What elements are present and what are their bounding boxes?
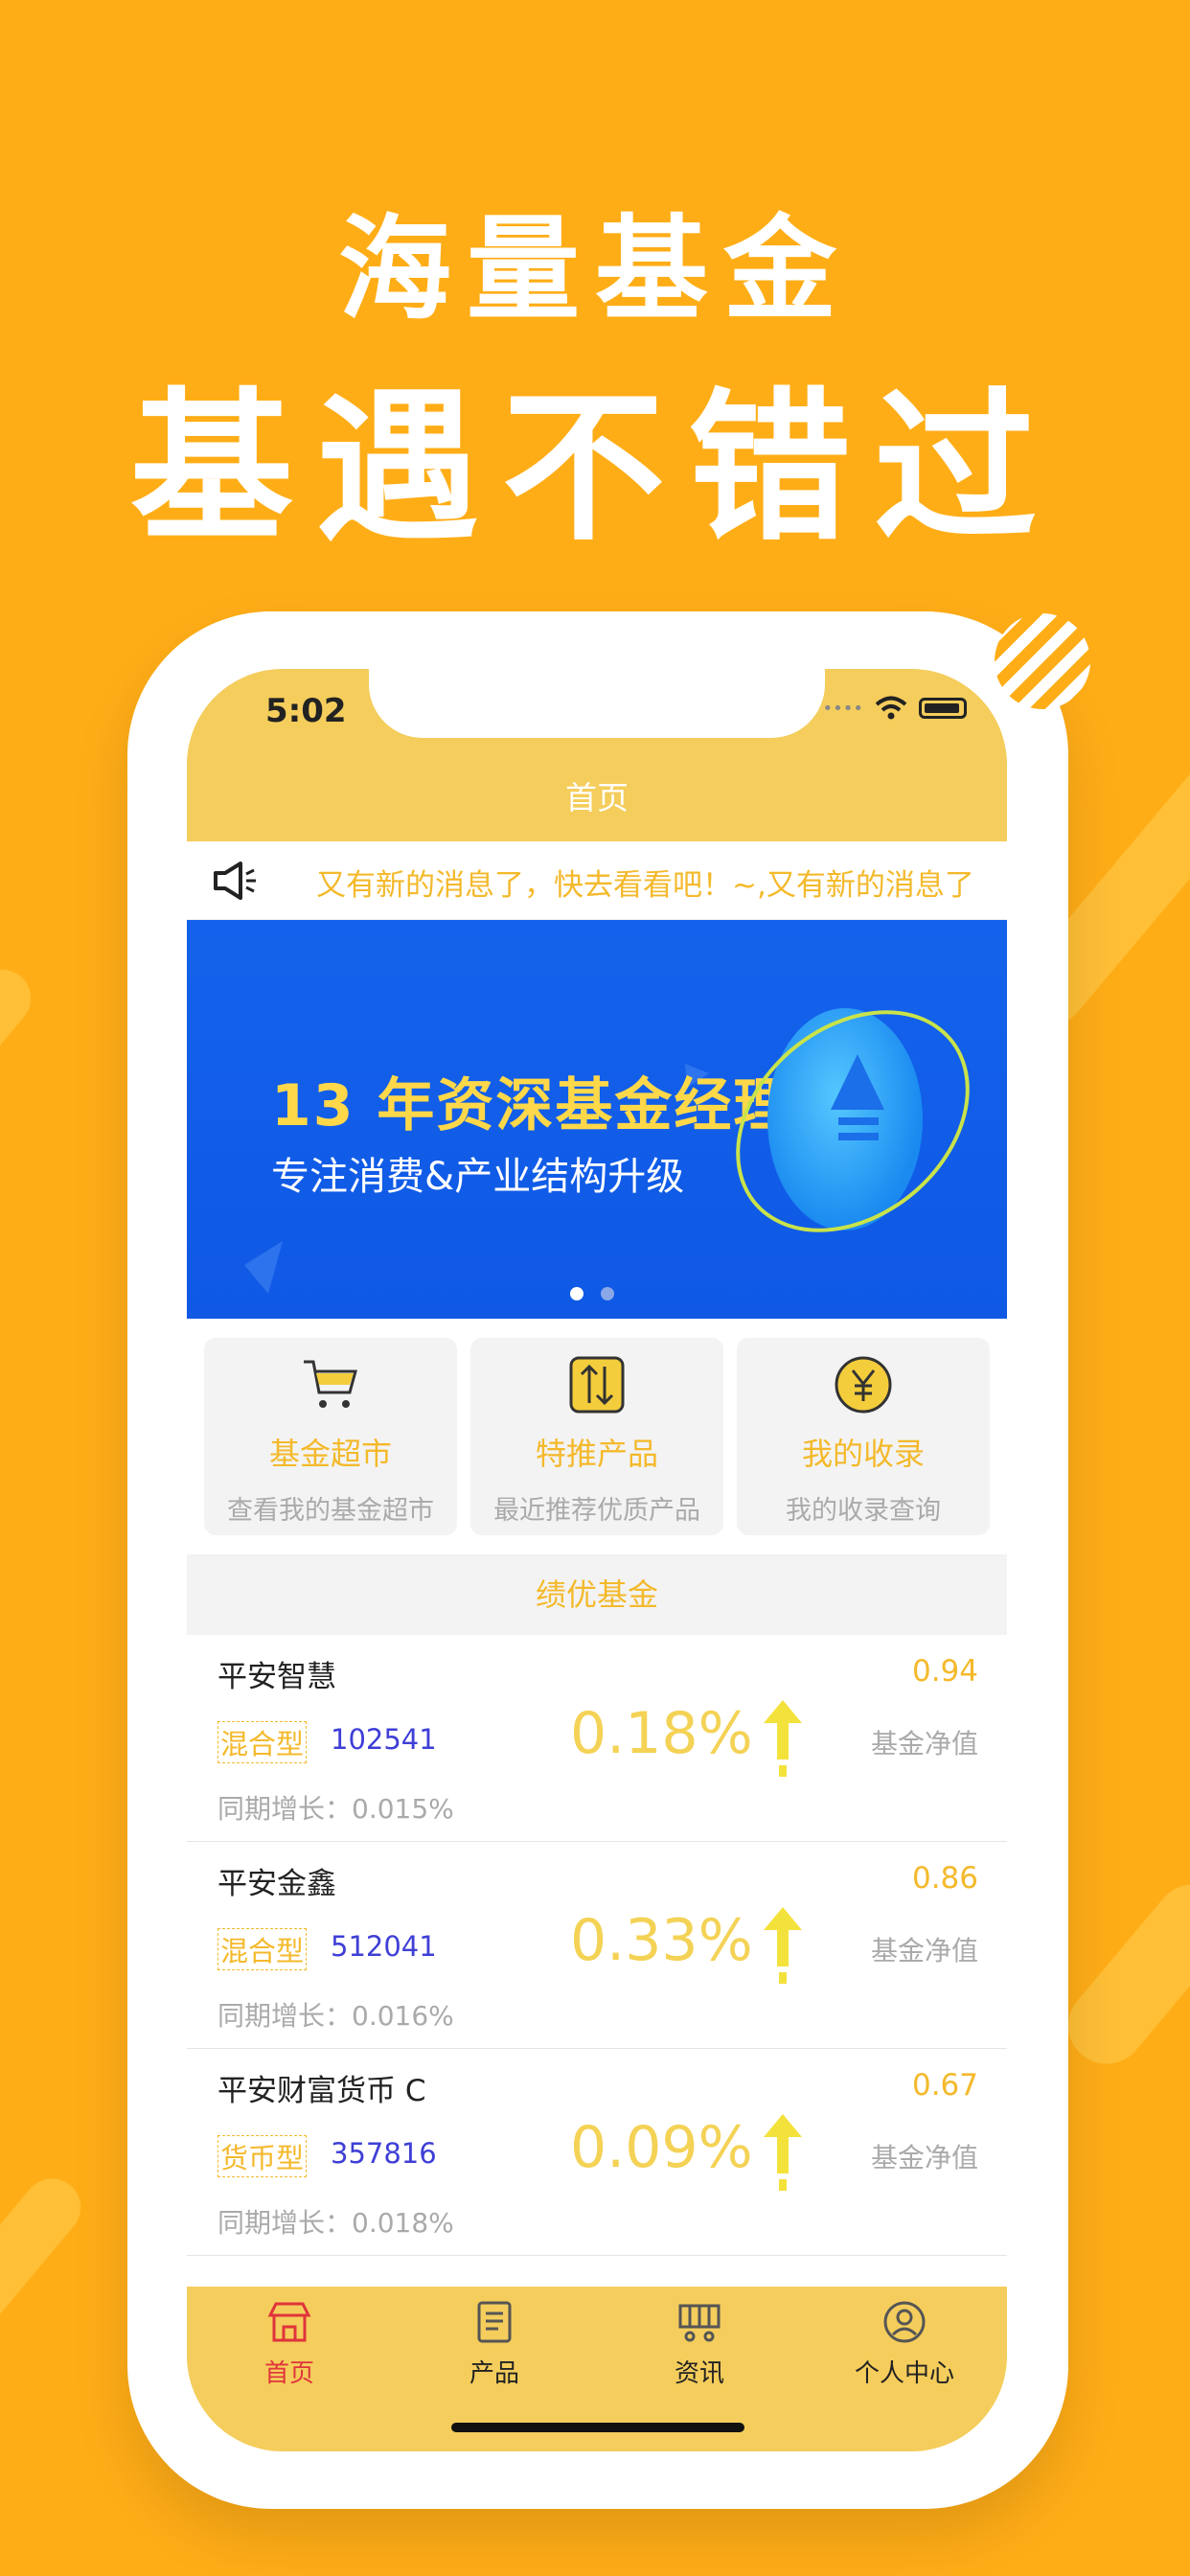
pagination-dot[interactable] [570,1287,584,1300]
promo-banner[interactable]: 13 年资深基金经理 专注消费&产业结构升级 [187,920,1007,1319]
striped-circle-decoration [995,613,1090,709]
yen-icon [835,1356,892,1414]
megaphone-icon [214,862,256,900]
fund-rate: 0.33% [570,1907,753,1974]
quick-links: 基金超市 查看我的基金超市 特推产品 最近推荐优质产品 我的收录 我的收录查询 [187,1319,1007,1554]
fund-nav-label: 基金净值 [870,1935,978,1966]
shop-icon [267,2302,311,2342]
bg-stripe [0,2167,93,2395]
fund-code: 512041 [331,1930,437,1963]
tab-home[interactable]: 首页 [187,2300,392,2389]
notch [369,669,825,738]
quick-link-collection[interactable]: 我的收录 我的收录查询 [737,1338,990,1535]
fund-name: 平安智慧 [217,1660,336,1694]
swap-arrows-icon [569,1356,625,1414]
section-header: 绩优基金 [187,1554,1007,1635]
fund-code: 102541 [331,1723,437,1756]
status-icons: •••• [823,696,967,721]
tab-profile[interactable]: 个人中心 [802,2300,1007,2389]
signal-icon: •••• [822,698,863,719]
quick-link-featured[interactable]: 特推产品 最近推荐优质产品 [470,1338,723,1535]
wifi-icon [875,696,907,720]
home-indicator[interactable] [451,2423,744,2432]
cart-news-icon [678,2304,721,2342]
quick-link-fund-market[interactable]: 基金超市 查看我的基金超市 [204,1338,457,1535]
fund-type-badge: 混合型 [217,1928,308,1970]
tab-label: 产品 [469,2359,519,2388]
banner-subtitle: 专注消费&产业结构升级 [271,1155,685,1199]
promo-headline: 海量基金 [337,203,852,335]
app-header: 5:02 •••• 首页 [187,669,1007,841]
fund-nav: 0.86 [911,1861,978,1896]
fund-rate: 0.09% [570,2114,753,2181]
tab-products[interactable]: 产品 [392,2300,597,2389]
fund-name: 平安金鑫 [217,1867,336,1901]
user-icon [883,2301,926,2343]
banner-pagination[interactable] [570,1287,614,1300]
fund-name: 平安财富货币 C [217,2074,426,2108]
fund-nav: 0.94 [911,1654,978,1689]
tab-label: 首页 [263,2359,314,2388]
fund-nav-label: 基金净值 [870,2142,978,2174]
document-icon [477,2301,512,2343]
fund-type-badge: 货币型 [217,2135,308,2177]
fund-row[interactable]: 平安金鑫 0.86 混合型 512041 0.33% 基金净值 同期增长：0.0… [187,1842,1007,2049]
cart-icon [304,1360,357,1408]
quick-link-label: 特推产品 [535,1436,658,1472]
quick-link-desc: 查看我的基金超市 [227,1496,434,1526]
pagination-dot[interactable] [601,1287,614,1300]
fund-growth: 同期增长：0.016% [217,2000,454,2032]
fund-nav: 0.67 [911,2068,978,2103]
fund-growth: 同期增长：0.018% [217,2207,454,2239]
fund-code: 357816 [331,2137,437,2170]
up-arrow-icon [764,2114,802,2191]
bg-stripe [0,957,43,1113]
up-arrow-icon [764,1700,802,1777]
fund-rate: 0.18% [570,1700,753,1767]
tab-label: 资讯 [674,2359,724,2388]
quick-link-desc: 最近推荐优质产品 [493,1496,700,1526]
quick-link-desc: 我的收录查询 [786,1496,941,1526]
quick-link-label: 我的收录 [801,1436,925,1472]
fund-nav-label: 基金净值 [870,1728,978,1760]
tab-label: 个人中心 [854,2359,954,2388]
phone-screen: 5:02 •••• 首页 又有新的消息了，快去看看吧！~,又有新的消息了 13 … [187,669,1007,2451]
quick-link-label: 基金超市 [268,1436,392,1472]
up-arrow-icon [764,1907,802,1984]
fund-type-badge: 混合型 [217,1721,308,1763]
notice-text: 又有新的消息了，快去看看吧！~,又有新的消息了 [316,868,974,903]
fund-growth: 同期增长：0.015% [217,1793,454,1825]
page-title: 首页 [565,779,629,816]
notice-bar[interactable]: 又有新的消息了，快去看看吧！~,又有新的消息了 [187,841,1007,920]
promo-subheadline: 基遇不错过 [129,374,1060,564]
fund-row[interactable]: 平安智慧 0.94 混合型 102541 0.18% 基金净值 同期增长：0.0… [187,1635,1007,1842]
tab-news[interactable]: 资讯 [597,2300,802,2389]
bg-stripe [1052,1869,1190,2080]
fund-row[interactable]: 平安财富货币 C 0.67 货币型 357816 0.09% 基金净值 同期增长… [187,2049,1007,2256]
status-time: 5:02 [265,692,347,730]
banner-title: 13 年资深基金经理 [271,1072,793,1139]
battery-icon [919,698,967,719]
